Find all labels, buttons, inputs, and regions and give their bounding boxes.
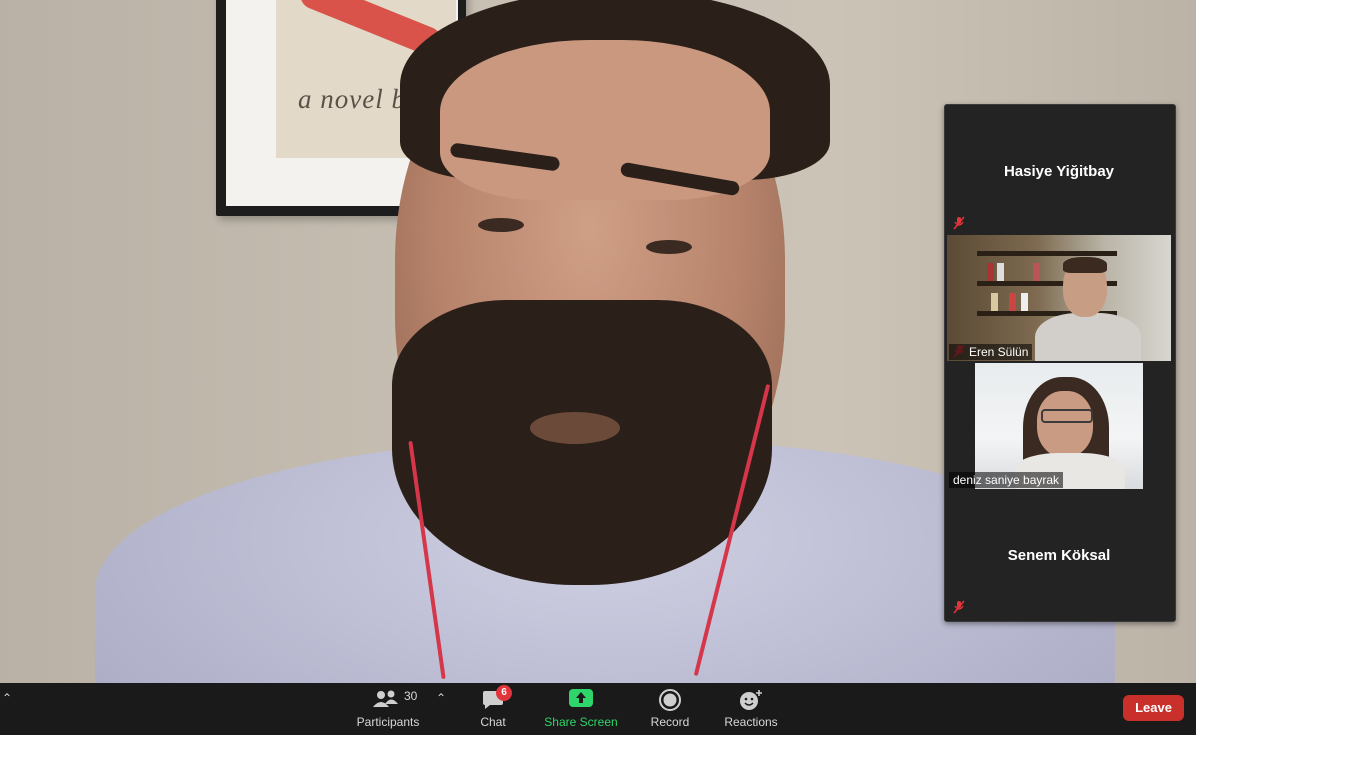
chat-unread-badge: 6 xyxy=(496,685,512,701)
participant-strip: Hasiye Yiğitbay Eren Sülün deniz saniye … xyxy=(944,104,1176,622)
poster-text: a novel b xyxy=(298,84,406,114)
participant-name: Senem Köksal xyxy=(1007,547,1111,564)
participant-tile[interactable]: Senem Köksal xyxy=(947,491,1171,617)
reactions-label: Reactions xyxy=(724,715,778,729)
record-circle-icon xyxy=(659,689,681,711)
reactions-button[interactable]: Reactions xyxy=(715,683,787,735)
muted-mic-icon xyxy=(953,216,965,230)
people-icon xyxy=(373,690,398,707)
participant-video xyxy=(947,235,1171,361)
participant-tile[interactable]: deniz saniye bayrak xyxy=(947,363,1171,489)
participant-tile[interactable]: Eren Sülün xyxy=(947,235,1171,361)
share-screen-label: Share Screen xyxy=(544,715,618,729)
zoom-meeting-window: a novel b Hasiye Yiğitbay Eren Sülün den… xyxy=(0,0,1366,768)
meeting-toolbar: ⌃ 30 Participants ⌃ 6 Chat Share Screen … xyxy=(0,683,1196,735)
participant-name: Eren Sülün xyxy=(949,344,1033,360)
participant-video xyxy=(975,363,1143,489)
leave-button[interactable]: Leave xyxy=(1123,695,1184,721)
share-screen-button[interactable]: Share Screen xyxy=(541,683,621,735)
chevron-up-icon[interactable]: ⌃ xyxy=(436,691,446,705)
muted-mic-icon xyxy=(953,600,965,614)
participants-label: Participants xyxy=(356,715,420,729)
chat-label: Chat xyxy=(480,715,506,729)
participant-name: deniz saniye bayrak xyxy=(949,472,1064,488)
chevron-up-icon[interactable]: ⌃ xyxy=(2,691,12,705)
participants-count: 30 xyxy=(404,689,418,703)
smiley-plus-icon xyxy=(740,690,762,710)
share-screen-arrow-icon xyxy=(569,689,593,707)
participant-tile[interactable]: Hasiye Yiğitbay xyxy=(947,107,1171,233)
participant-name: Hasiye Yiğitbay xyxy=(1003,163,1115,180)
record-button[interactable]: Record xyxy=(640,683,700,735)
record-label: Record xyxy=(650,715,690,729)
participants-button[interactable]: 30 Participants xyxy=(348,683,428,735)
chat-button[interactable]: 6 Chat xyxy=(463,683,523,735)
